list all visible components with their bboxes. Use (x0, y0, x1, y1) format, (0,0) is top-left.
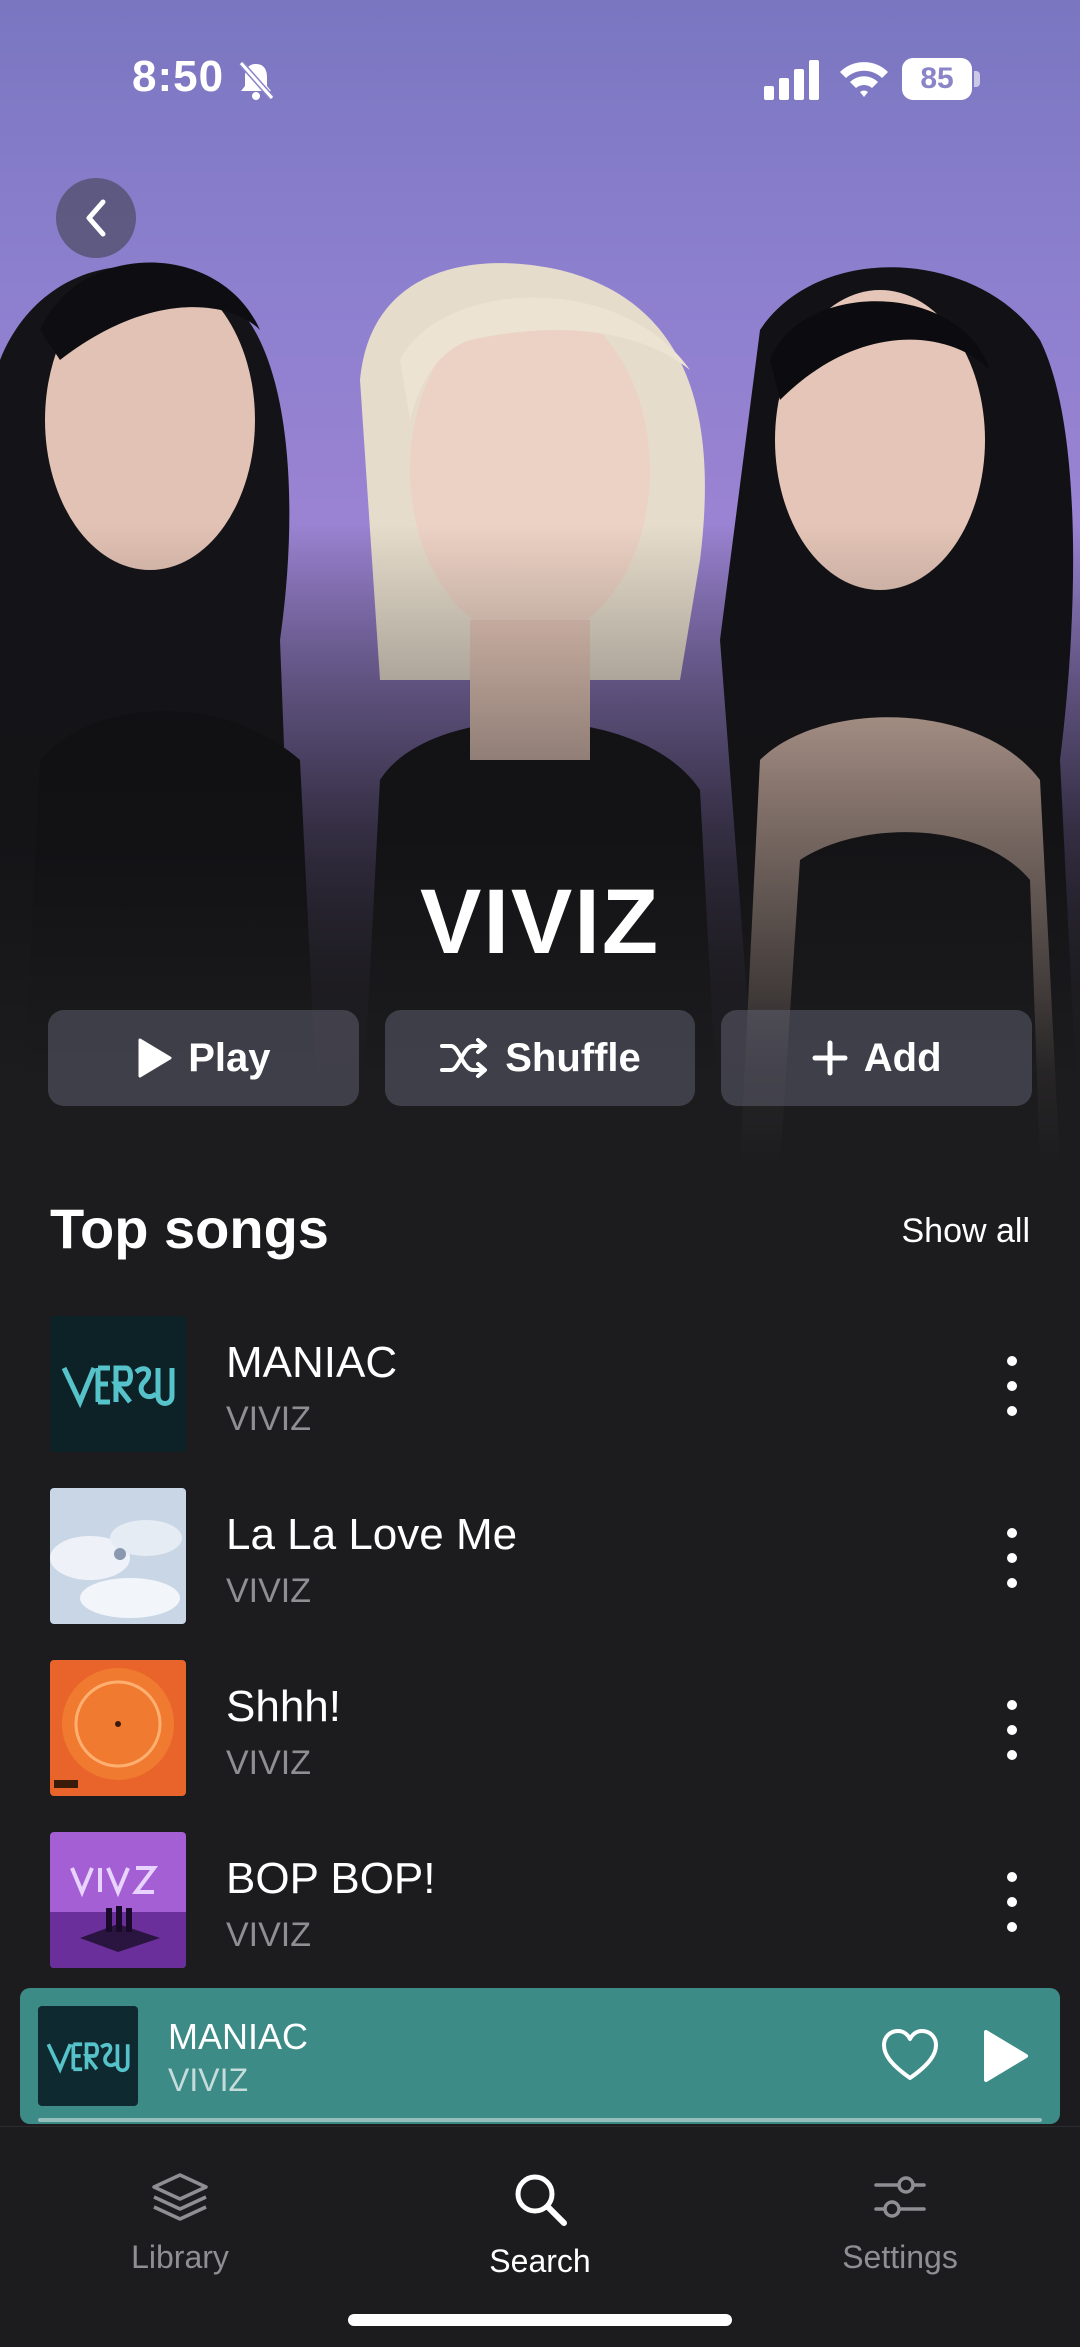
song-title: BOP BOP! (226, 1854, 436, 1903)
album-art (50, 1832, 186, 1968)
dot (1007, 1553, 1017, 1563)
dot (1007, 1406, 1017, 1416)
now-playing-title: MANIAC (168, 2016, 309, 2057)
status-bar: 8:50 85 (0, 40, 1080, 120)
song-artist: VIVIZ (226, 1744, 312, 1782)
now-playing-art (38, 2006, 138, 2106)
now-playing-artist: VIVIZ (168, 2062, 249, 2098)
shuffle-icon (440, 1038, 488, 1078)
settings-icon (874, 2176, 926, 2218)
top-songs-list: MANIAC VIVIZ La La Love Me VIVIZ Shhh! V… (0, 1316, 1080, 2004)
song-artist: VIVIZ (226, 1400, 312, 1438)
song-row-bop-bop[interactable]: BOP BOP! VIVIZ (0, 1832, 1080, 2004)
dot (1007, 1356, 1017, 1366)
battery-level: 85 (902, 58, 972, 100)
tab-search[interactable]: Search (420, 2147, 660, 2297)
song-artist: VIVIZ (226, 1916, 312, 1954)
song-row-la-la-love-me[interactable]: La La Love Me VIVIZ (0, 1488, 1080, 1660)
mini-player[interactable]: MANIAC VIVIZ (20, 1988, 1060, 2124)
song-title: La La Love Me (226, 1510, 518, 1559)
dot (1007, 1922, 1017, 1932)
cellular-signal-icon (764, 60, 819, 100)
more-options-button[interactable] (992, 1872, 1032, 1932)
heart-icon[interactable] (880, 2026, 940, 2086)
bell-muted-icon (238, 61, 275, 100)
song-row-shhh[interactable]: Shhh! VIVIZ (0, 1660, 1080, 1832)
album-art (50, 1660, 186, 1796)
dot (1007, 1725, 1017, 1735)
dot (1007, 1381, 1017, 1391)
tab-label: Search (489, 2243, 591, 2279)
artist-hero (0, 0, 1080, 1165)
library-icon (152, 2173, 208, 2221)
tab-library[interactable]: Library (60, 2147, 300, 2297)
shuffle-button[interactable]: Shuffle (384, 1010, 696, 1106)
song-title: Shhh! (226, 1682, 341, 1731)
play-icon[interactable] (974, 2026, 1034, 2086)
tab-settings[interactable]: Settings (780, 2147, 1020, 2297)
dot (1007, 1872, 1017, 1882)
dot (1007, 1700, 1017, 1710)
dot (1007, 1578, 1017, 1588)
shuffle-label: Shuffle (505, 1035, 641, 1080)
add-button[interactable]: Add (721, 1010, 1033, 1106)
wifi-icon (840, 62, 888, 97)
playback-progress (38, 2118, 1042, 2122)
more-options-button[interactable] (992, 1356, 1032, 1416)
play-icon (138, 1038, 172, 1078)
dot (1007, 1897, 1017, 1907)
more-options-button[interactable] (992, 1528, 1032, 1588)
show-all-link[interactable]: Show all (901, 1212, 1030, 1251)
status-time: 8:50 (132, 52, 225, 101)
search-icon (515, 2174, 567, 2226)
song-artist: VIVIZ (226, 1572, 312, 1610)
chevron-left-icon (86, 199, 106, 237)
back-button[interactable] (56, 178, 136, 258)
add-label: Add (863, 1035, 942, 1080)
top-songs-title: Top songs (50, 1197, 329, 1260)
dot (1007, 1750, 1017, 1760)
album-art (50, 1316, 186, 1452)
hero-gradient (0, 0, 1080, 1165)
battery-indicator: 85 (902, 58, 980, 100)
dot (1007, 1528, 1017, 1538)
play-button[interactable]: Play (48, 1010, 359, 1106)
tab-label: Library (131, 2239, 229, 2275)
play-label: Play (188, 1035, 271, 1080)
album-art (50, 1488, 186, 1624)
battery-tip (974, 71, 980, 87)
song-title: MANIAC (226, 1338, 398, 1387)
artist-name: VIVIZ (419, 871, 661, 973)
home-indicator (348, 2314, 732, 2326)
song-row-maniac[interactable]: MANIAC VIVIZ (0, 1316, 1080, 1488)
more-options-button[interactable] (992, 1700, 1032, 1760)
tab-label: Settings (842, 2239, 958, 2275)
plus-icon (812, 1040, 848, 1076)
artist-actions: Play Shuffle Add (48, 1010, 1033, 1106)
